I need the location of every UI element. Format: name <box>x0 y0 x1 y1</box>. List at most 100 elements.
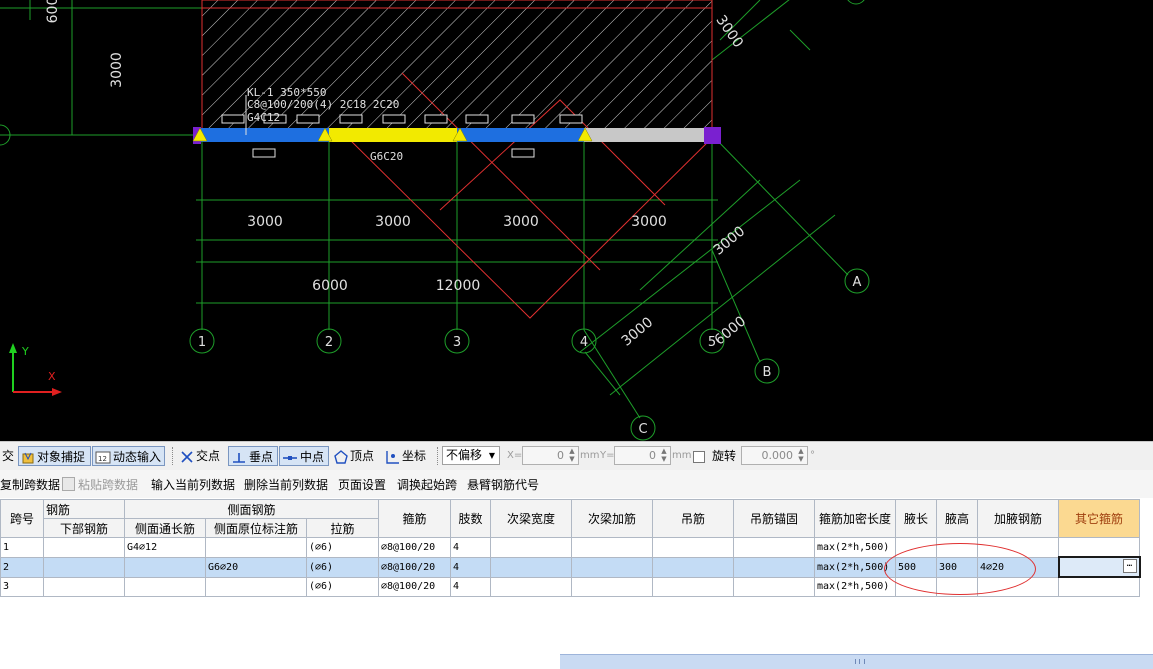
cell-side-orig[interactable] <box>205 576 307 597</box>
cell-side-through[interactable]: G4⌀12 <box>124 537 206 558</box>
perpendicular-snap-button[interactable]: 垂点 <box>228 446 278 466</box>
cell-hanger-anchor[interactable] <box>733 576 815 597</box>
cell-sec-add[interactable] <box>571 556 653 578</box>
cell-haunch-len[interactable] <box>895 537 937 558</box>
cell-tie[interactable]: (⌀6) <box>306 576 379 597</box>
y-offset-input[interactable]: 0 ▲ ▼ <box>614 446 671 465</box>
side-rebar-label: G6C20 <box>370 150 403 163</box>
cell-legs[interactable]: 4 <box>450 556 491 578</box>
rotate-angle-input[interactable]: 0.000 ▲ ▼ <box>741 446 808 465</box>
cell-tie[interactable]: (⌀6) <box>306 556 379 578</box>
col-secondary-add-header[interactable]: 次梁加筋 <box>571 499 653 538</box>
cell-sec-width[interactable] <box>490 556 572 578</box>
cell-haunch-bar[interactable] <box>977 537 1059 558</box>
cell-legs[interactable]: 4 <box>450 576 491 597</box>
cell-haunch-bar[interactable] <box>977 576 1059 597</box>
col-secondary-width-header[interactable]: 次梁宽度 <box>490 499 572 538</box>
cell-haunch-len[interactable]: 500 <box>895 556 937 578</box>
scroll-grip-icon[interactable] <box>855 659 865 664</box>
intersection-snap-button[interactable]: 交点 <box>178 446 222 466</box>
cell-sec-add[interactable] <box>571 537 653 558</box>
y-spin-arrows-icon[interactable]: ▲ ▼ <box>659 447 669 464</box>
cell-span[interactable]: 1 <box>0 537 44 558</box>
cell-side-orig[interactable]: G6⌀20 <box>205 556 307 578</box>
dim-total-12000: 12000 <box>436 278 481 294</box>
col-span-header[interactable]: 跨号 <box>0 499 44 538</box>
cell-hanger[interactable] <box>652 576 734 597</box>
cell-side-orig[interactable] <box>205 537 307 558</box>
cell-stirrup[interactable]: ⌀8@100/20 <box>378 556 451 578</box>
cell-tie[interactable]: (⌀6) <box>306 537 379 558</box>
cell-haunch-bar[interactable]: 4⌀20 <box>977 556 1059 578</box>
cell-span[interactable]: 2 <box>0 556 44 578</box>
cell-other-editing[interactable]: … <box>1057 556 1141 578</box>
cell-span[interactable]: 3 <box>0 576 44 597</box>
cell-stirrup[interactable]: ⌀8@100/20 <box>378 537 451 558</box>
col-tie-header[interactable]: 拉筋 <box>306 518 379 538</box>
delete-column-data-button[interactable]: 删除当前列数据 <box>244 476 328 493</box>
horizontal-scrollbar[interactable] <box>560 654 1153 669</box>
copy-span-data-button[interactable]: 复制跨数据 <box>0 476 60 493</box>
dynamic-input-button[interactable]: 12 动态输入 <box>92 446 165 466</box>
cell-side-through[interactable] <box>124 576 206 597</box>
table-row[interactable]: 1 G4⌀12 (⌀6) ⌀8@100/20 4 max(2*h,500) <box>0 537 1140 558</box>
offset-select-value: 不偏移 <box>446 448 483 462</box>
input-column-data-button[interactable]: 输入当前列数据 <box>151 476 235 493</box>
midpoint-snap-button[interactable]: 中点 <box>279 446 329 466</box>
cad-drawing-canvas[interactable]: KL-1 350*550 C8@100/200(4) 2C18 2C20 G4C… <box>0 0 1153 441</box>
table-row[interactable]: 3 (⌀6) ⌀8@100/20 4 max(2*h,500) <box>0 576 1140 597</box>
col-stirrup-header[interactable]: 箍筋 <box>378 499 451 538</box>
cell-stirrup[interactable]: ⌀8@100/20 <box>378 576 451 597</box>
cell-dense-len[interactable]: max(2*h,500) <box>814 537 896 558</box>
cell-hanger-anchor[interactable] <box>733 537 815 558</box>
cell-side-through[interactable] <box>124 556 206 578</box>
cell-other[interactable] <box>1058 537 1140 558</box>
cell-hanger-anchor[interactable] <box>733 556 815 578</box>
object-snap-button[interactable]: 对象捕捉 <box>18 446 91 466</box>
cell-hanger[interactable] <box>652 556 734 578</box>
adjust-start-span-button[interactable]: 调换起始跨 <box>397 476 457 493</box>
col-legs-header[interactable]: 肢数 <box>450 499 491 538</box>
cell-sec-width[interactable] <box>490 537 572 558</box>
x-offset-value: 0 <box>557 449 564 462</box>
table-row-selected[interactable]: 2 G6⌀20 (⌀6) ⌀8@100/20 4 max(2*h,500) 50… <box>0 556 1141 578</box>
cell-haunch-len[interactable] <box>895 576 937 597</box>
cell-haunch-h[interactable]: 300 <box>936 556 978 578</box>
cantilever-rebar-code-button[interactable]: 悬臂钢筋代号 <box>467 476 539 493</box>
rotate-spin-arrows-icon[interactable]: ▲ ▼ <box>796 447 806 464</box>
col-bottom-header[interactable]: 下部钢筋 <box>43 518 125 538</box>
col-side-orig-header[interactable]: 侧面原位标注筋 <box>205 518 307 538</box>
cell-sec-add[interactable] <box>571 576 653 597</box>
x-label: X= <box>507 450 523 461</box>
rotate-checkbox[interactable] <box>693 451 705 463</box>
col-other-stirrup-header[interactable]: 其它箍筋 <box>1058 499 1140 538</box>
midpoint-icon <box>283 455 297 460</box>
col-side-through-header[interactable]: 侧面通长筋 <box>124 518 206 538</box>
cell-haunch-h[interactable] <box>936 537 978 558</box>
cell-other[interactable] <box>1058 576 1140 597</box>
cell-bottom[interactable] <box>43 556 125 578</box>
ellipsis-button-icon[interactable]: … <box>1122 559 1137 573</box>
col-haunch-height-header[interactable]: 腋高 <box>936 499 978 538</box>
offset-select[interactable]: 不偏移 ▼ <box>442 446 500 465</box>
x-offset-input[interactable]: 0 ▲ ▼ <box>522 446 579 465</box>
x-spin-arrows-icon[interactable]: ▲ ▼ <box>567 447 577 464</box>
rotate-label: 旋转 <box>712 449 737 463</box>
cell-legs[interactable]: 4 <box>450 537 491 558</box>
cell-bottom[interactable] <box>43 537 125 558</box>
col-haunch-length-header[interactable]: 腋长 <box>895 499 937 538</box>
cell-dense-len[interactable]: max(2*h,500) <box>814 576 896 597</box>
paste-span-data-button[interactable]: 粘贴跨数据 <box>62 476 138 493</box>
cell-sec-width[interactable] <box>490 576 572 597</box>
cell-bottom[interactable] <box>43 576 125 597</box>
vertex-snap-button[interactable]: 顶点 <box>332 446 376 466</box>
cell-hanger[interactable] <box>652 537 734 558</box>
coordinate-snap-button[interactable]: 坐标 <box>382 446 428 466</box>
cell-dense-len[interactable]: max(2*h,500) <box>814 556 896 578</box>
cell-haunch-h[interactable] <box>936 576 978 597</box>
col-hanger-header[interactable]: 吊筋 <box>652 499 734 538</box>
page-setup-button[interactable]: 页面设置 <box>338 476 386 493</box>
col-hanger-anchor-header[interactable]: 吊筋锚固 <box>733 499 815 538</box>
col-dense-length-header[interactable]: 箍筋加密长度 <box>814 499 896 538</box>
col-haunch-rebar-header[interactable]: 加腋钢筋 <box>977 499 1059 538</box>
